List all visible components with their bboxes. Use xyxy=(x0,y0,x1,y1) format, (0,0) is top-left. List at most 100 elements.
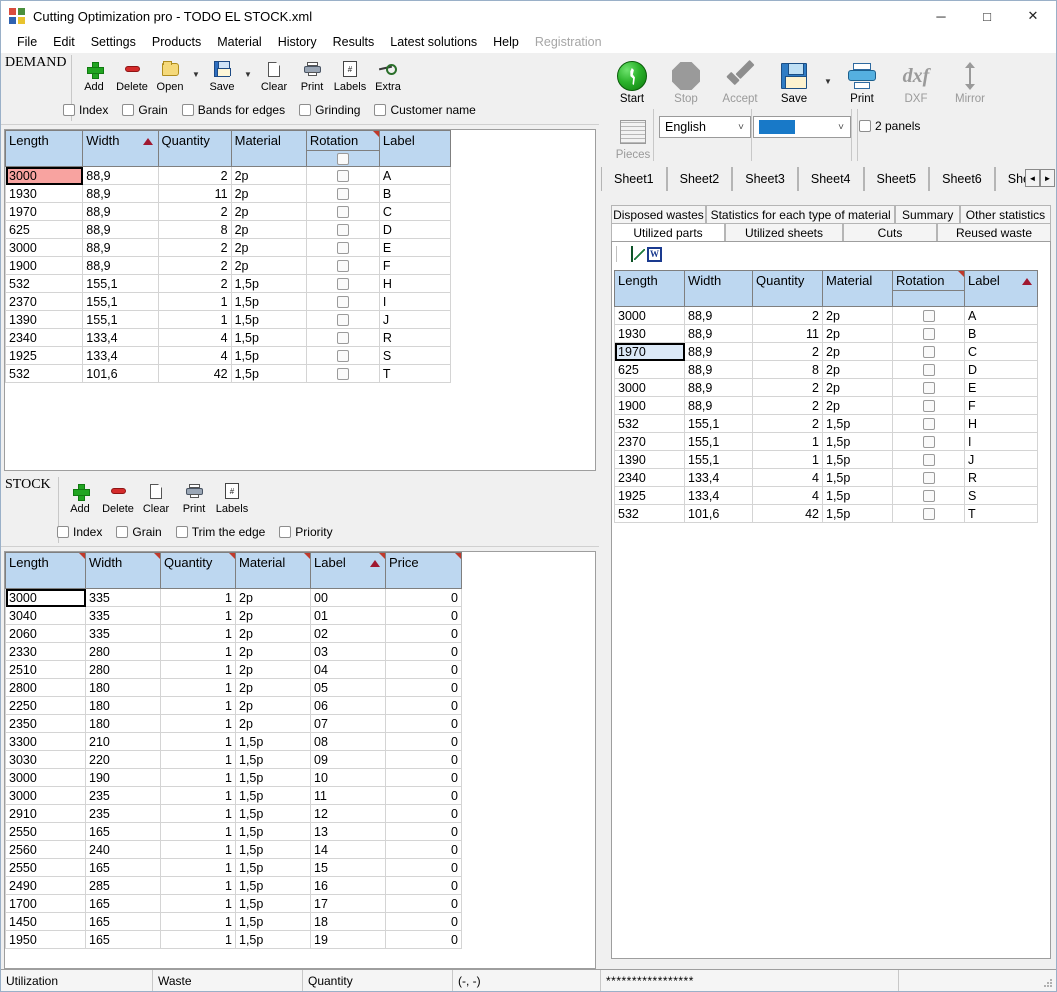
checkbox-icon[interactable] xyxy=(337,242,349,254)
cell-quantity[interactable]: 1 xyxy=(161,751,236,769)
cell-width[interactable]: 165 xyxy=(86,823,161,841)
cell-material[interactable]: 2p xyxy=(823,361,893,379)
cell-length[interactable]: 2340 xyxy=(6,329,83,347)
cell-width[interactable]: 280 xyxy=(86,661,161,679)
cell-price[interactable]: 0 xyxy=(386,823,462,841)
table-row[interactable]: 193088,9112p B xyxy=(6,185,451,203)
cell-width[interactable]: 190 xyxy=(86,769,161,787)
cell-material[interactable]: 1,5p xyxy=(823,433,893,451)
cell-price[interactable]: 0 xyxy=(386,787,462,805)
cell-quantity[interactable]: 1 xyxy=(753,433,823,451)
tab-disposed-wastes[interactable]: Disposed wastes xyxy=(611,205,706,223)
cell-rotation[interactable] xyxy=(306,293,379,311)
stock-checkbox-grain[interactable]: Grain xyxy=(116,525,161,539)
cell-price[interactable]: 0 xyxy=(386,733,462,751)
cell-material[interactable]: 1,5p xyxy=(236,733,311,751)
cell-label[interactable]: S xyxy=(965,487,1038,505)
cell-price[interactable]: 0 xyxy=(386,877,462,895)
cell-length[interactable]: 2330 xyxy=(6,643,86,661)
table-row[interactable]: 195016511,5p190 xyxy=(6,931,462,949)
cell-width[interactable]: 180 xyxy=(86,697,161,715)
cell-width[interactable]: 335 xyxy=(86,607,161,625)
cell-length[interactable]: 1930 xyxy=(6,185,83,203)
table-row[interactable]: 532101,6421,5pT xyxy=(615,505,1038,523)
checkbox-icon[interactable] xyxy=(337,314,349,326)
cell-length[interactable]: 2910 xyxy=(6,805,86,823)
cell-material[interactable]: 2p xyxy=(823,379,893,397)
cell-material[interactable]: 2p xyxy=(231,221,306,239)
cell-width[interactable]: 133,4 xyxy=(83,329,158,347)
cell-length[interactable]: 1970 xyxy=(6,203,83,221)
cell-label[interactable]: H xyxy=(965,415,1038,433)
results-col-width[interactable]: Width xyxy=(685,271,753,307)
cell-rotation[interactable] xyxy=(306,365,379,383)
cell-rotation[interactable] xyxy=(893,451,965,469)
cell-length[interactable]: 1450 xyxy=(6,913,86,931)
stock-col-quantity[interactable]: Quantity xyxy=(161,553,236,589)
cell-rotation[interactable] xyxy=(893,307,965,325)
cell-label[interactable]: 13 xyxy=(311,823,386,841)
cell-length[interactable]: 3040 xyxy=(6,607,86,625)
cell-width[interactable]: 101,6 xyxy=(685,505,753,523)
tab-statistics-per-material[interactable]: Statistics for each type of material xyxy=(706,205,896,223)
table-row[interactable]: 255016511,5p130 xyxy=(6,823,462,841)
cell-width[interactable]: 88,9 xyxy=(83,221,158,239)
table-row[interactable]: 300019011,5p100 xyxy=(6,769,462,787)
cell-width[interactable]: 240 xyxy=(86,841,161,859)
checkbox-icon[interactable] xyxy=(923,346,935,358)
cell-quantity[interactable]: 11 xyxy=(158,185,231,203)
cell-length[interactable]: 2490 xyxy=(6,877,86,895)
demand-col-length[interactable]: Length xyxy=(6,131,83,167)
cell-quantity[interactable]: 4 xyxy=(158,329,231,347)
cell-rotation[interactable] xyxy=(893,415,965,433)
cell-label[interactable]: J xyxy=(965,451,1038,469)
checkbox-icon[interactable] xyxy=(337,170,349,182)
cell-label[interactable]: B xyxy=(379,185,450,203)
checkbox-icon[interactable] xyxy=(923,364,935,376)
cell-material[interactable]: 1,5p xyxy=(236,859,311,877)
stock-grid[interactable]: Length Width Quantity Material Label Pri… xyxy=(4,551,596,969)
cell-length[interactable]: 1700 xyxy=(6,895,86,913)
checkbox-icon[interactable] xyxy=(63,104,75,116)
tab-summary[interactable]: Summary xyxy=(895,205,960,223)
cell-material[interactable]: 2p xyxy=(236,679,311,697)
tab-other-statistics[interactable]: Other statistics xyxy=(960,205,1051,223)
table-row[interactable]: 280018012p050 xyxy=(6,679,462,697)
tab-utilized-parts[interactable]: Utilized parts xyxy=(611,223,725,241)
cell-label[interactable]: 09 xyxy=(311,751,386,769)
cell-label[interactable]: 02 xyxy=(311,625,386,643)
checkbox-icon[interactable] xyxy=(923,436,935,448)
cell-material[interactable]: 2p xyxy=(231,185,306,203)
stock-checkbox-index[interactable]: Index xyxy=(57,525,102,539)
cell-width[interactable]: 133,4 xyxy=(83,347,158,365)
cell-label[interactable]: 00 xyxy=(311,589,386,607)
cell-width[interactable]: 88,9 xyxy=(83,203,158,221)
cell-rotation[interactable] xyxy=(306,167,379,185)
table-row[interactable]: 300088,922pE xyxy=(615,379,1038,397)
table-row[interactable]: 190088,922pF xyxy=(6,257,451,275)
results-col-quantity[interactable]: Quantity xyxy=(753,271,823,307)
cell-material[interactable]: 1,5p xyxy=(231,293,306,311)
menu-item-help[interactable]: Help xyxy=(485,33,527,51)
demand-delete-button[interactable]: Delete xyxy=(113,55,151,93)
cell-label[interactable]: 01 xyxy=(311,607,386,625)
cell-length[interactable]: 1950 xyxy=(6,931,86,949)
cell-label[interactable]: E xyxy=(379,239,450,257)
demand-save-dropdown-arrow[interactable]: ▼ xyxy=(241,55,255,93)
sheet-tab-3[interactable]: Sheet3 xyxy=(732,167,798,191)
cell-material[interactable]: 1,5p xyxy=(236,769,311,787)
table-row[interactable]: 1925133,441,5pS xyxy=(6,347,451,365)
cell-quantity[interactable]: 2 xyxy=(158,239,231,257)
demand-open-dropdown-arrow[interactable]: ▼ xyxy=(189,55,203,93)
cell-material[interactable]: 1,5p xyxy=(236,913,311,931)
cell-rotation[interactable] xyxy=(306,185,379,203)
table-row[interactable]: 2370155,111,5pI xyxy=(615,433,1038,451)
cell-price[interactable]: 0 xyxy=(386,805,462,823)
tab-cuts[interactable]: Cuts xyxy=(843,223,937,241)
cell-quantity[interactable]: 1 xyxy=(158,293,231,311)
demand-checkbox-customer-name[interactable]: Customer name xyxy=(374,103,475,117)
cell-label[interactable]: 08 xyxy=(311,733,386,751)
cell-width[interactable]: 88,9 xyxy=(83,185,158,203)
cell-label[interactable]: 18 xyxy=(311,913,386,931)
cell-quantity[interactable]: 2 xyxy=(753,379,823,397)
